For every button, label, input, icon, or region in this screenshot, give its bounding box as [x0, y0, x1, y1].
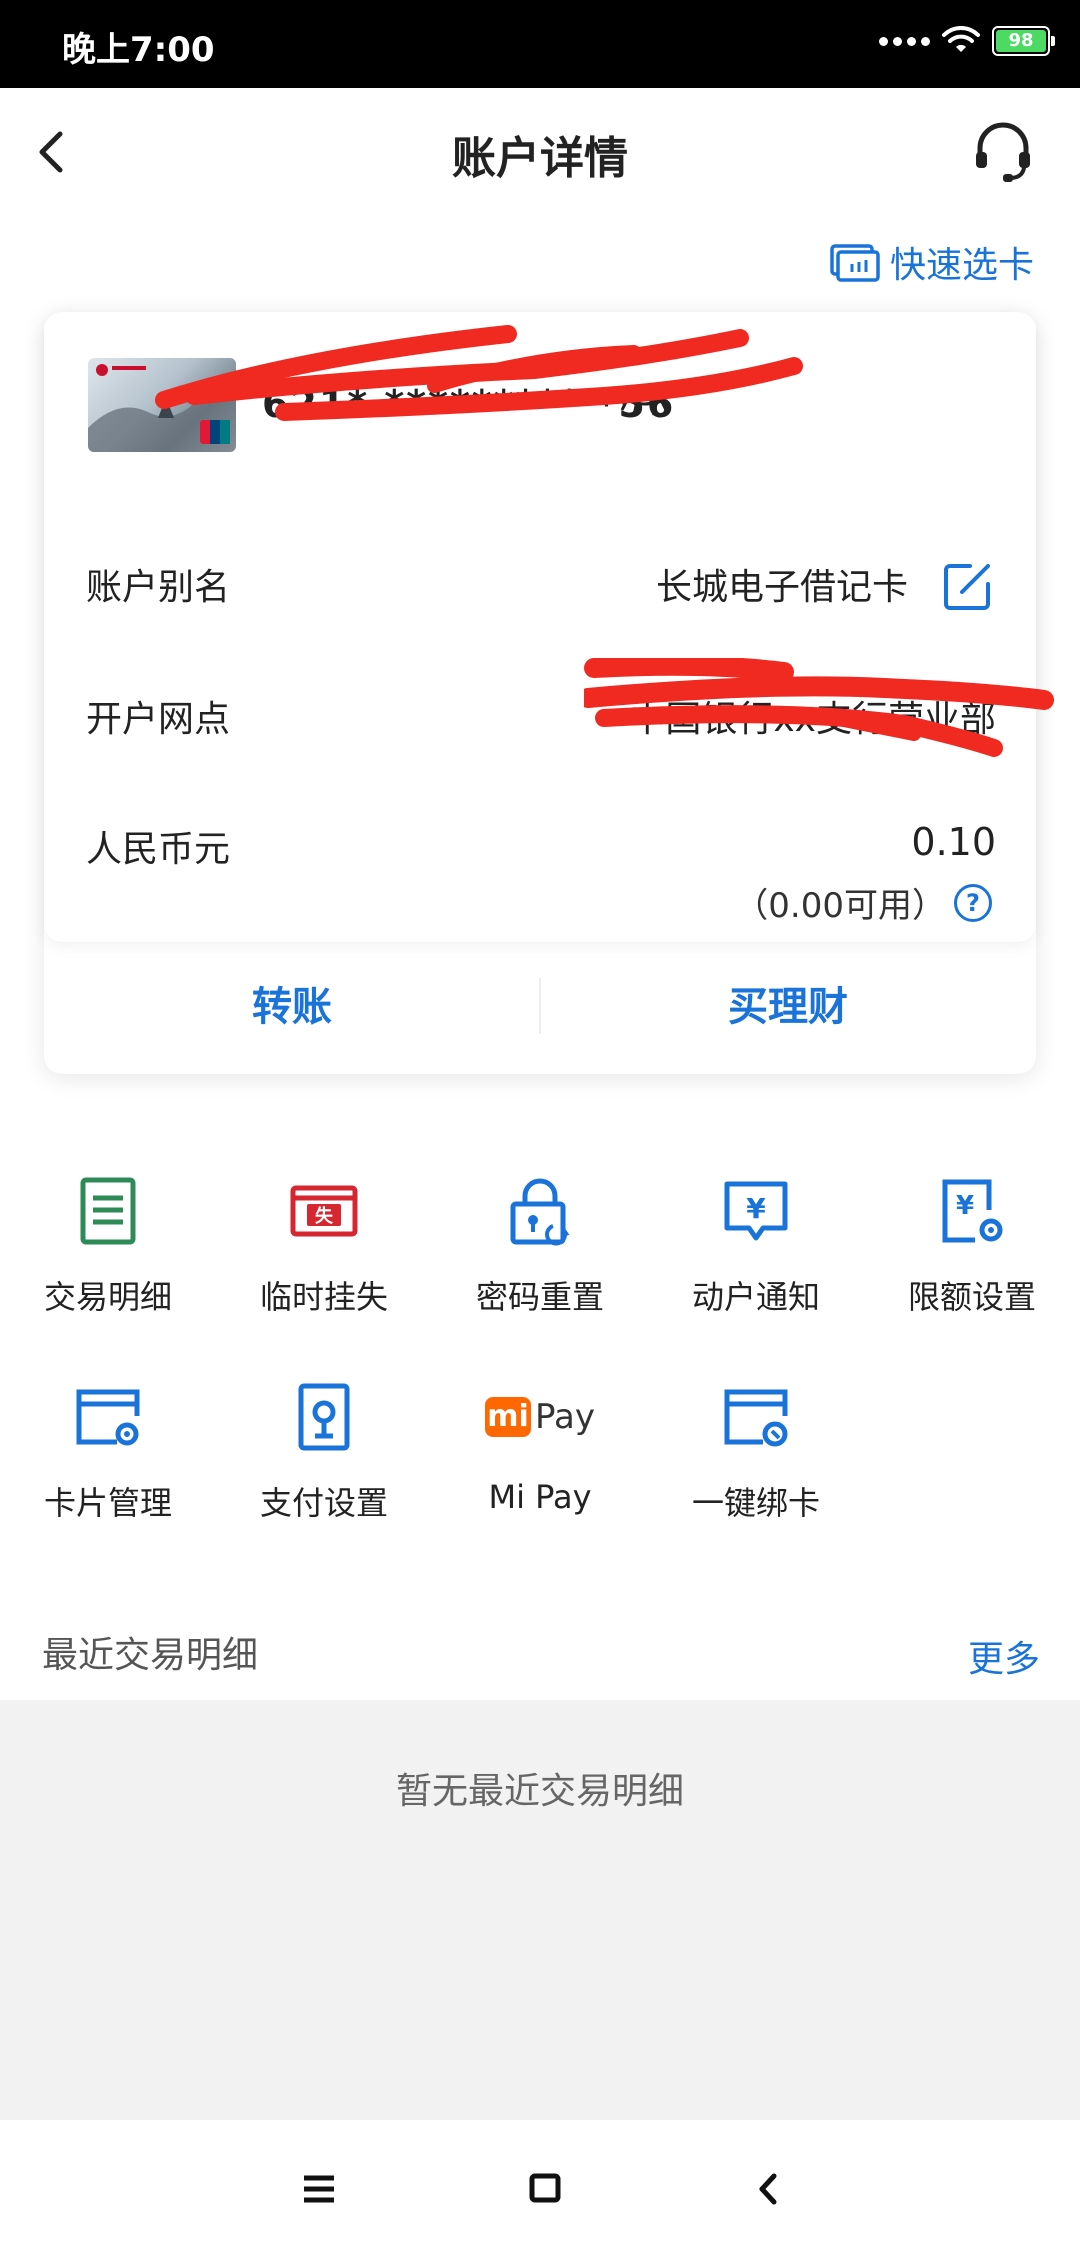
back-triangle-icon[interactable] [744, 2164, 794, 2214]
battery-icon: 98 [992, 26, 1055, 56]
edit-icon[interactable] [940, 558, 996, 614]
quick-select-label: 快速选卡 [889, 245, 1034, 286]
func-label: 支付设置 [259, 1484, 388, 1522]
quick-select-card-button[interactable]: 快速选卡 [830, 236, 1034, 288]
account-card-info: 621* ********* *56 账户别名 长城电子借记卡 开户网点 中国银… [44, 312, 1054, 942]
func-account-notice[interactable]: ¥ 动户通知 [648, 1176, 864, 1326]
card-actions: 转账 买理财 [44, 942, 1036, 1074]
mipay-logo: mi Pay [432, 1382, 648, 1452]
func-label: 一键绑卡 [691, 1484, 820, 1522]
svg-text:失: 失 [315, 1205, 334, 1227]
func-label: 交易明细 [43, 1278, 172, 1316]
card-manage-icon [76, 1389, 140, 1446]
buy-wealth-button[interactable]: 买理财 [540, 972, 1036, 1042]
header: 账户详情 [0, 88, 1080, 218]
func-label: Mi Pay [488, 1478, 592, 1516]
limit-settings-icon: ¥ [942, 1179, 1003, 1243]
transaction-list-icon [80, 1177, 136, 1245]
password-reset-icon [510, 1178, 570, 1246]
wifi-icon [942, 26, 980, 52]
func-label: 动户通知 [691, 1278, 820, 1316]
signal-dots-icon [879, 36, 930, 46]
empty-state-text: 暂无最近交易明细 [395, 1771, 684, 1812]
bank-card-image [88, 358, 236, 452]
func-mipay[interactable]: mi Pay Mi Pay [432, 1382, 648, 1532]
func-bind-card[interactable]: 一键绑卡 [648, 1382, 864, 1532]
balance-row: 人民币元 0.10 [86, 820, 996, 880]
mipay-mi-mark: mi [485, 1397, 532, 1437]
system-nav-bar [0, 2120, 1080, 2248]
currency-label: 人民币元 [86, 829, 231, 870]
headset-icon[interactable] [970, 118, 1036, 184]
func-payment-settings[interactable]: 支付设置 [216, 1382, 432, 1532]
alias-value: 长城电子借记卡 [655, 567, 908, 608]
branch-value: 中国银行xx支行营业部 [629, 699, 996, 740]
account-notice-icon: ¥ [724, 1181, 788, 1241]
more-link[interactable]: 更多 [968, 1630, 1040, 1682]
alias-label: 账户别名 [86, 567, 231, 608]
mipay-pay-text: Pay [535, 1397, 595, 1437]
status-bar: 晚上7:00 98 [0, 0, 1080, 88]
status-time: 晚上7:00 [62, 30, 215, 70]
func-label: 临时挂失 [259, 1278, 388, 1316]
func-card-manage[interactable]: 卡片管理 [0, 1382, 216, 1532]
branch-label: 开户网点 [86, 699, 231, 740]
recent-title: 最近交易明细 [42, 1635, 259, 1676]
card-switch-icon [830, 244, 880, 282]
alias-row: 账户别名 长城电子借记卡 [86, 558, 996, 618]
func-label: 卡片管理 [43, 1484, 172, 1522]
func-report-loss[interactable]: 失 临时挂失 [216, 1176, 432, 1326]
help-icon[interactable]: ? [954, 883, 992, 922]
recent-panel: 暂无最近交易明细 [0, 1700, 1080, 2120]
func-password-reset[interactable]: 密码重置 [432, 1176, 648, 1326]
eye-closed-icon[interactable] [614, 380, 674, 420]
page-title: 账户详情 [452, 133, 628, 184]
balance-value: 0.10 [911, 820, 996, 864]
home-square-icon[interactable] [520, 2164, 570, 2214]
transfer-button[interactable]: 转账 [44, 972, 540, 1042]
bind-card-icon [724, 1389, 788, 1447]
report-loss-icon: 失 [290, 1185, 358, 1237]
func-label: 限额设置 [907, 1278, 1036, 1316]
available-balance: （0.00可用） ? [734, 878, 992, 927]
battery-level: 98 [996, 30, 1046, 52]
func-label: 密码重置 [475, 1278, 604, 1316]
func-transaction-details[interactable]: 交易明细 [0, 1176, 216, 1326]
branch-row: 开户网点 中国银行xx支行营业部 [86, 690, 996, 750]
menu-icon[interactable] [294, 2164, 344, 2214]
svg-text:¥: ¥ [746, 1192, 766, 1225]
payment-settings-icon [298, 1383, 350, 1451]
svg-text:¥: ¥ [956, 1191, 974, 1221]
func-limit-settings[interactable]: ¥ 限额设置 [864, 1176, 1080, 1326]
status-icons: 98 [879, 26, 1055, 56]
available-text: （0.00可用） [734, 886, 946, 926]
account-card: 621* ********* *56 账户别名 长城电子借记卡 开户网点 中国银… [44, 312, 1054, 1074]
